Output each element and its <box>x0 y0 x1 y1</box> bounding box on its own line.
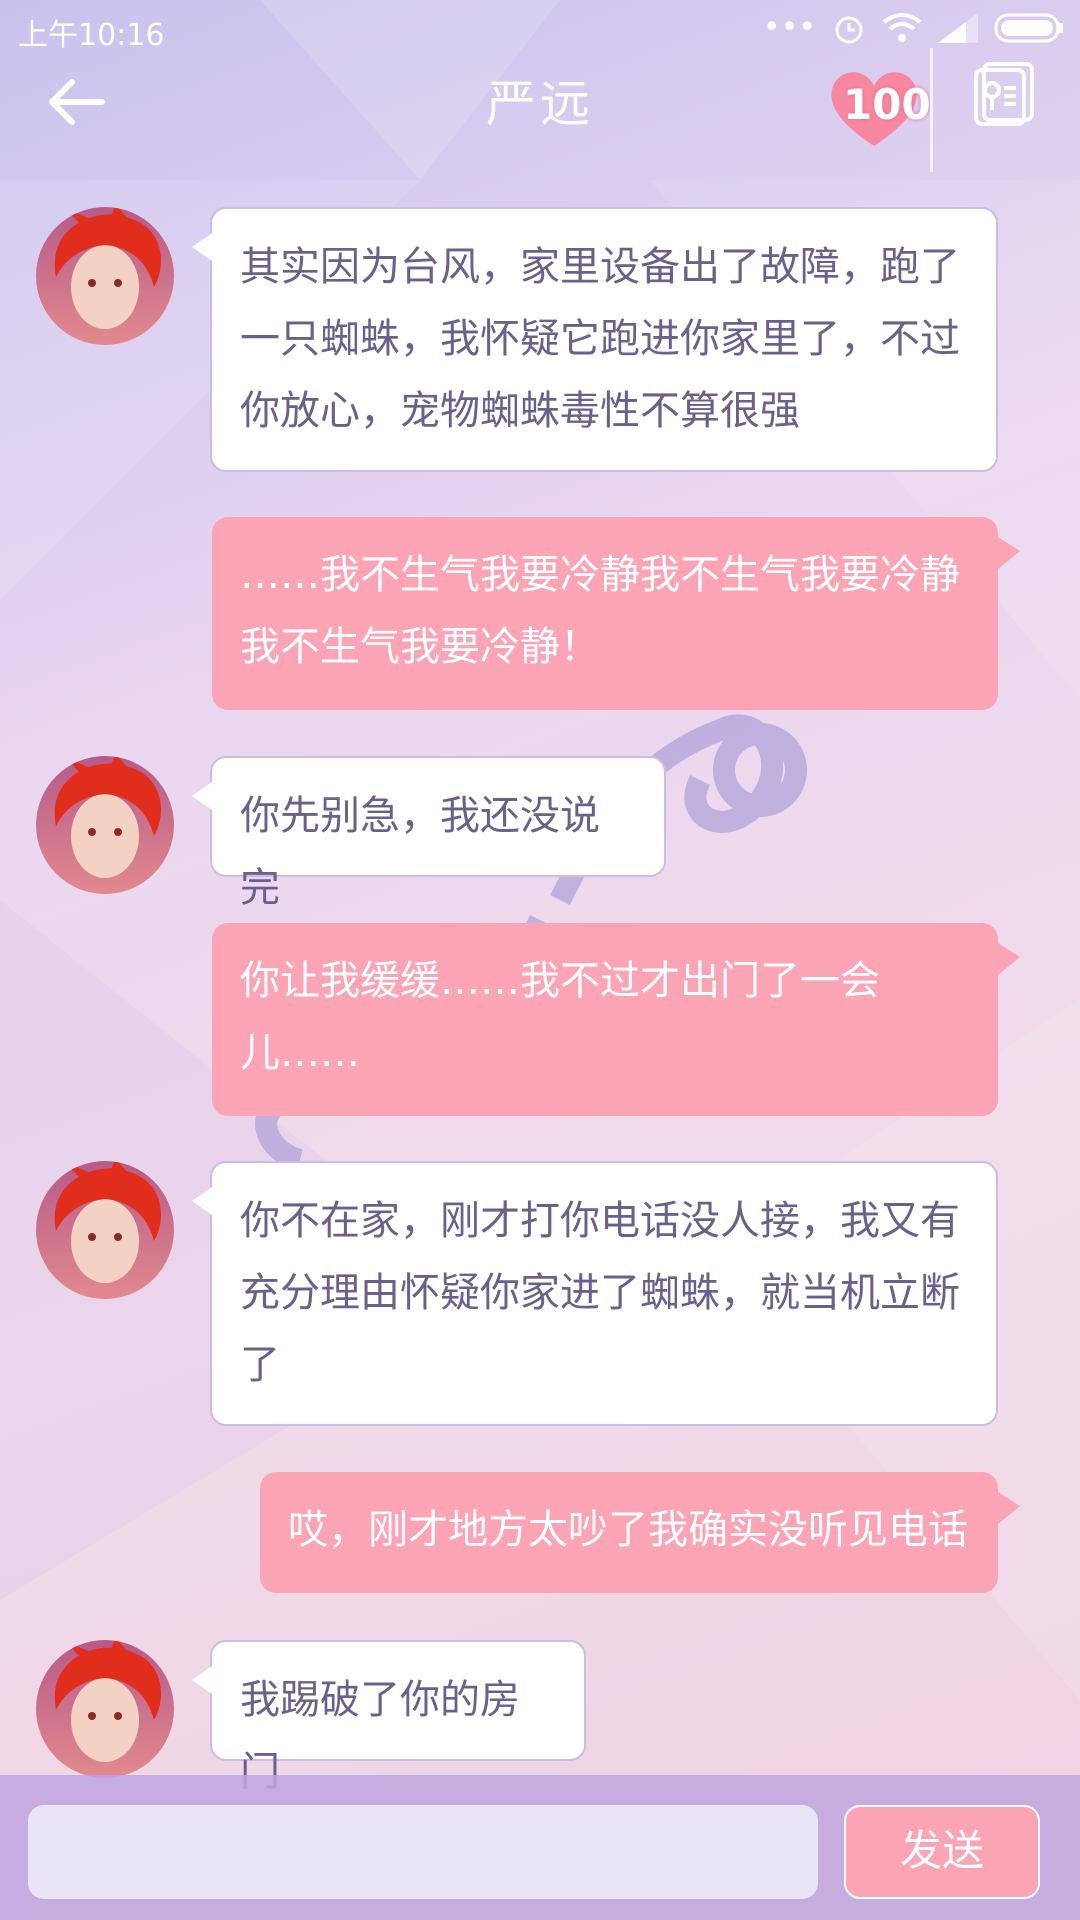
avatar-image <box>54 756 161 878</box>
battery-icon <box>994 13 1063 42</box>
message-bubble-received: 你不在家，刚才打你电话没人接，我又有充分理由怀疑你家进了蜘蛛，就当机立断了 <box>192 1161 998 1426</box>
signal-icon <box>938 12 978 43</box>
avatar[interactable] <box>36 207 174 345</box>
wifi-icon <box>882 12 922 42</box>
message-bubble-received: 其实因为台风，家里设备出了故障，跑了一只蜘蛛，我怀疑它跑进你家里了，不过你放心，… <box>192 207 998 472</box>
message-input[interactable] <box>28 1805 818 1899</box>
status-icons: ••• <box>763 10 1064 45</box>
avatar-image <box>54 1640 161 1762</box>
affection-count[interactable]: 100 <box>843 80 931 129</box>
composer-bar: 发送 <box>0 1775 1080 1920</box>
status-time: 上午10:16 <box>18 18 165 53</box>
avatar-image <box>54 1161 161 1283</box>
avatar[interactable] <box>36 1640 174 1778</box>
message-bubble-received: 你先别急，我还没说完 <box>192 756 666 911</box>
header-divider <box>930 48 933 172</box>
avatar-image <box>54 207 161 329</box>
message-bubble-received: 我踢破了你的房门 <box>192 1640 586 1795</box>
message-bubble-sent: 哎，刚才地方太吵了我确实没听见电话 <box>260 1472 1020 1593</box>
send-button[interactable]: 发送 <box>844 1805 1040 1899</box>
message-bubble-sent: 你让我缓缓……我不过才出门了一会儿…… <box>212 923 1020 1116</box>
alarm-icon <box>835 16 863 43</box>
chat-header: 严远 100 <box>0 48 1080 185</box>
avatar[interactable] <box>36 756 174 894</box>
avatar[interactable] <box>36 1161 174 1299</box>
status-bar: 上午10:16 ••• <box>0 0 1080 60</box>
profile-card-icon[interactable] <box>974 62 1036 126</box>
more-dots-icon: ••• <box>762 10 816 45</box>
message-bubble-sent: ……我不生气我要冷静我不生气我要冷静我不生气我要冷静！ <box>212 517 1020 710</box>
